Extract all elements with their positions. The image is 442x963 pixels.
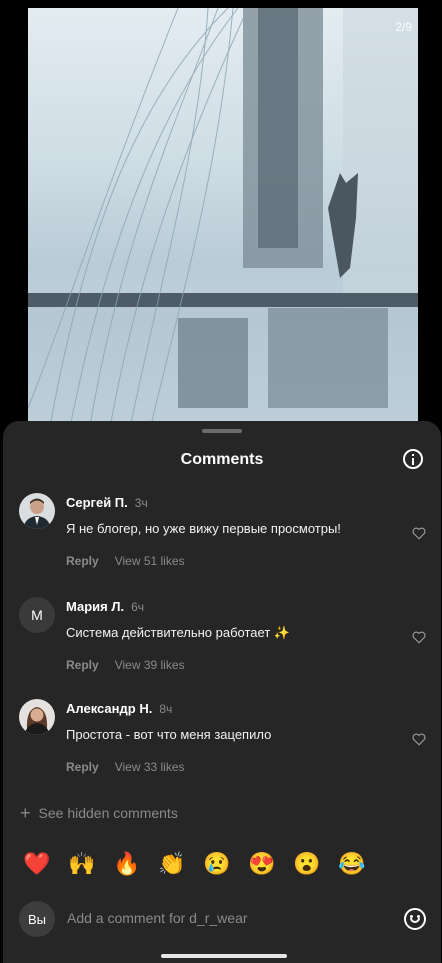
view-likes-link[interactable]: View 33 likes xyxy=(115,760,185,774)
current-user-avatar: Вы xyxy=(19,901,55,937)
comment-input[interactable]: Add a comment for d_r_wear xyxy=(67,910,248,926)
avatar[interactable]: M xyxy=(19,597,55,633)
reaction-bar: ❤️ 🙌 🔥 👏 😢 😍 😮 😂 xyxy=(23,851,365,876)
red-heart-emoji[interactable]: ❤️ xyxy=(23,851,50,876)
heart-icon[interactable] xyxy=(412,631,426,644)
comment-author[interactable]: Александр Н. 8ч xyxy=(66,701,172,716)
drag-handle[interactable] xyxy=(202,429,242,433)
comment-item: M Мария Л. 6ч Система действительно работ… xyxy=(3,597,441,692)
heart-eyes-emoji[interactable]: 😍 xyxy=(248,851,275,876)
plus-icon: + xyxy=(20,803,31,823)
laughing-tears-emoji[interactable]: 😂 xyxy=(338,851,365,876)
comment-text: Я не блогер, но уже вижу первые просмотр… xyxy=(66,521,341,536)
reply-button[interactable]: Reply xyxy=(66,760,99,774)
comment-meta: Reply View 51 likes xyxy=(66,554,185,568)
post-image[interactable]: 2/9 xyxy=(28,8,418,438)
comment-time: 3ч xyxy=(134,496,148,510)
see-hidden-comments[interactable]: + See hidden comments xyxy=(20,803,178,824)
post-image-artwork xyxy=(28,8,418,438)
sheet-title: Comments xyxy=(180,451,264,468)
info-icon[interactable] xyxy=(403,449,423,469)
comment-item: Сергей П. 3ч Я не блогер, но уже вижу пер… xyxy=(3,493,441,588)
reply-button[interactable]: Reply xyxy=(66,658,99,672)
reply-button[interactable]: Reply xyxy=(66,554,99,568)
comments-sheet: Comments Сергей П. 3ч Я не блогер, но уже… xyxy=(3,421,441,963)
emoji-picker-icon[interactable] xyxy=(404,908,426,930)
image-counter: 2/9 xyxy=(395,20,412,34)
comment-item: Александр Н. 8ч Простота - вот что меня з… xyxy=(3,699,441,794)
clapping-hands-emoji[interactable]: 👏 xyxy=(158,851,185,876)
home-indicator xyxy=(161,954,287,958)
surprised-face-emoji[interactable]: 😮 xyxy=(293,851,320,876)
heart-icon[interactable] xyxy=(412,527,426,540)
crying-face-emoji[interactable]: 😢 xyxy=(203,851,230,876)
comment-text: Система действительно работает ✨ xyxy=(66,625,291,640)
comment-meta: Reply View 33 likes xyxy=(66,760,185,774)
raised-hands-emoji[interactable]: 🙌 xyxy=(68,851,95,876)
avatar[interactable] xyxy=(19,493,55,529)
comment-time: 8ч xyxy=(159,702,173,716)
heart-icon[interactable] xyxy=(412,733,426,746)
avatar[interactable] xyxy=(19,699,55,735)
view-likes-link[interactable]: View 51 likes xyxy=(115,554,185,568)
fire-emoji[interactable]: 🔥 xyxy=(113,851,140,876)
comment-meta: Reply View 39 likes xyxy=(66,658,185,672)
view-likes-link[interactable]: View 39 likes xyxy=(115,658,185,672)
comment-author[interactable]: Сергей П. 3ч xyxy=(66,495,148,510)
comment-time: 6ч xyxy=(131,600,145,614)
comment-text: Простота - вот что меня зацепило xyxy=(66,727,272,742)
comment-author[interactable]: Мария Л. 6ч xyxy=(66,599,144,614)
